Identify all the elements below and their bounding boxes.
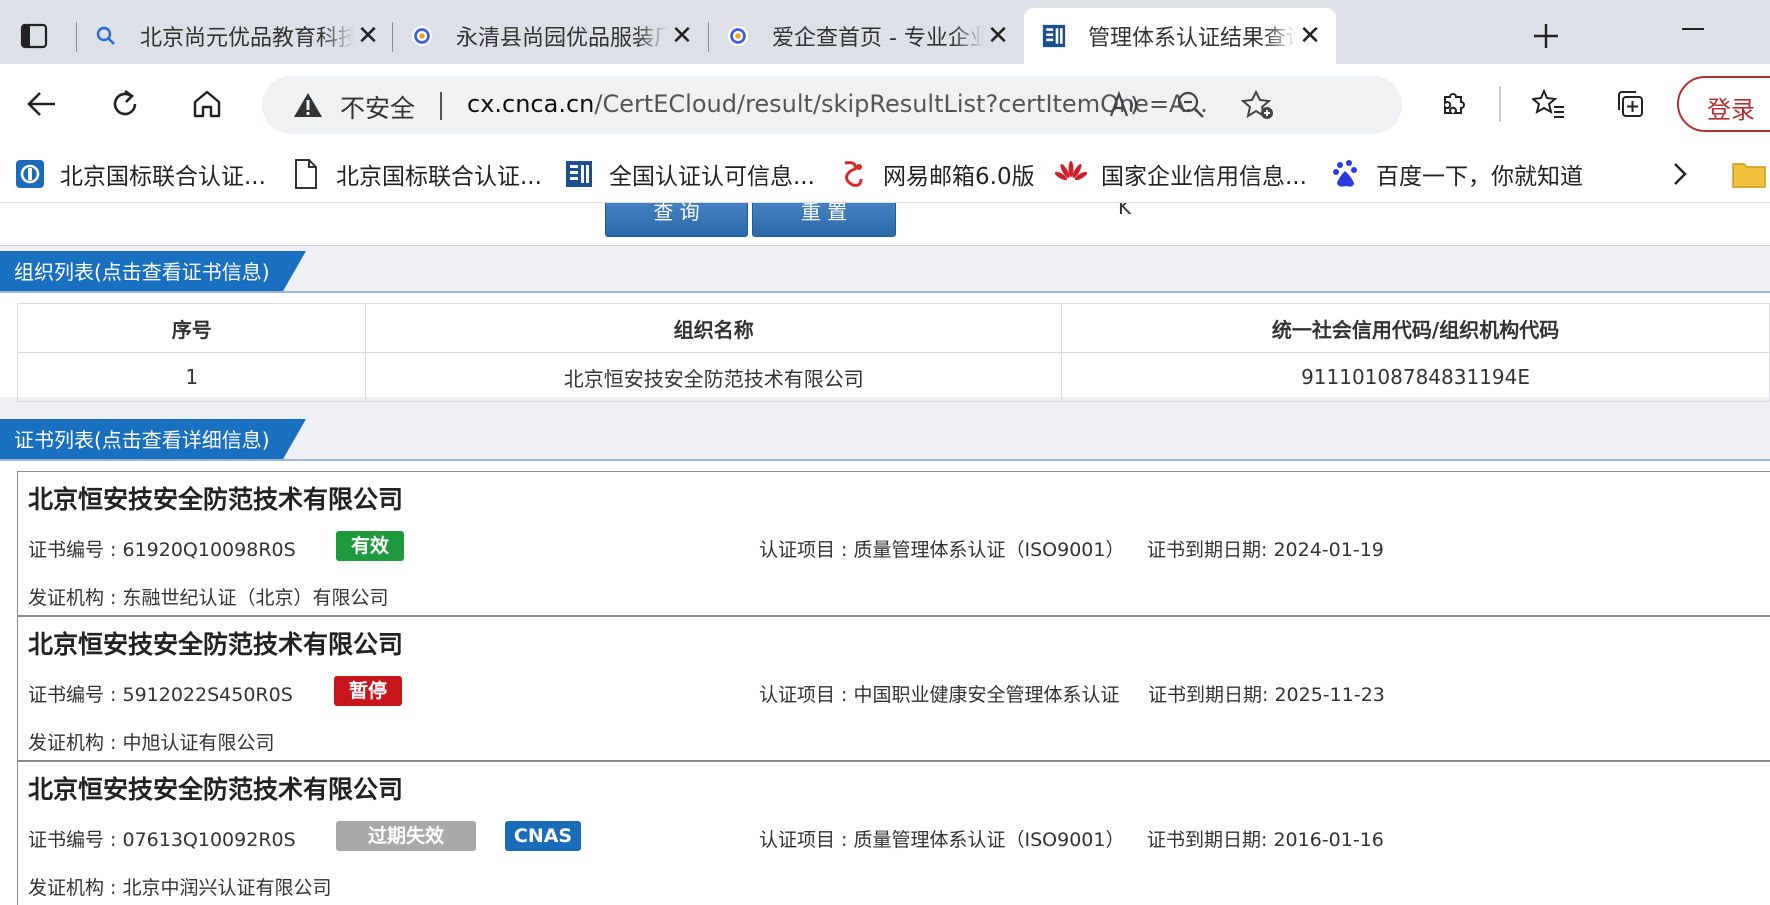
bjgb-icon bbox=[14, 158, 46, 190]
status-badge: 过期失效 bbox=[336, 821, 476, 851]
bookmark-label: 国家企业信用信息... bbox=[1101, 164, 1307, 190]
bookmark-4[interactable]: 网易邮箱6.0版 bbox=[837, 146, 1035, 202]
close-icon[interactable]: ✕ bbox=[984, 21, 1012, 51]
table-row[interactable]: 1 北京恒安技安全防范技术有限公司 91110108784831194E bbox=[16, 352, 1770, 402]
col-org-name: 组织名称 bbox=[365, 303, 1063, 353]
huawei-icon bbox=[1055, 158, 1087, 190]
cert-card[interactable]: 北京恒安技安全防范技术有限公司 证书编号 : 61920Q10098R0S 有效… bbox=[17, 471, 1770, 616]
page-content: 查 询 重 置 K 组织列表(点击查看证书信息) 序号 组织名称 统一社会信用代… bbox=[0, 203, 1770, 905]
org-table: 序号 组织名称 统一社会信用代码/组织机构代码 1 北京恒安技安全防范技术有限公… bbox=[16, 303, 1770, 402]
cert-no: 证书编号 : 61920Q10098R0S bbox=[28, 539, 296, 561]
tab-4-active[interactable]: 管理体系认证结果查询列表 ✕ bbox=[1024, 8, 1336, 64]
cert-org-name: 北京恒安技安全防范技术有限公司 bbox=[28, 775, 404, 804]
query-button[interactable]: 查 询 bbox=[605, 203, 748, 237]
close-icon[interactable]: ✕ bbox=[668, 21, 696, 51]
cert-item: 认证项目 : 质量管理体系认证（ISO9001） bbox=[759, 539, 1125, 561]
cnca-icon bbox=[1042, 24, 1066, 48]
col-index: 序号 bbox=[16, 303, 367, 353]
close-icon[interactable]: ✕ bbox=[1296, 21, 1324, 51]
org-panel: 序号 组织名称 统一社会信用代码/组织机构代码 1 北京恒安技安全防范技术有限公… bbox=[0, 293, 1770, 402]
cert-org-name: 北京恒安技安全防范技术有限公司 bbox=[28, 485, 404, 514]
cert-expiry: 证书到期日期: 2025-11-23 bbox=[1148, 684, 1385, 706]
cert-no: 证书编号 : 5912022S450R0S bbox=[28, 684, 293, 706]
bookmark-label: 北京国标联合认证... bbox=[60, 164, 266, 190]
cert-issuer: 发证机构 : 中旭认证有限公司 bbox=[28, 732, 275, 754]
tab-title: 永清县尚园优品服装厂 - 爱企查 bbox=[456, 26, 668, 51]
url-text[interactable]: cx.cnca.cn/CertECloud/result/skipResultL… bbox=[467, 90, 1208, 118]
login-button[interactable]: 登录 bbox=[1677, 76, 1770, 132]
address-bar[interactable]: 不安全 cx.cnca.cn/CertECloud/result/skipRes… bbox=[262, 76, 1402, 134]
aiqicha-icon bbox=[410, 24, 434, 48]
back-icon[interactable] bbox=[20, 82, 64, 126]
reset-button[interactable]: 重 置 bbox=[752, 203, 896, 237]
security-label[interactable]: 不安全 bbox=[340, 89, 415, 125]
close-icon[interactable]: ✕ bbox=[354, 21, 382, 51]
tab-1[interactable]: 北京尚元优品教育科技有限公司 ✕ bbox=[76, 8, 394, 64]
tab-actions-icon[interactable] bbox=[12, 14, 56, 58]
cert-expiry: 证书到期日期: 2024-01-19 bbox=[1147, 539, 1384, 561]
clipped-glyph: K bbox=[1118, 203, 1132, 219]
cert-no: 证书编号 : 07613Q10092R0S bbox=[28, 829, 296, 851]
favorites-icon[interactable] bbox=[1527, 82, 1571, 126]
search-icon bbox=[94, 24, 118, 48]
bookmark-label: 网易邮箱6.0版 bbox=[883, 164, 1035, 190]
zoom-out-icon[interactable] bbox=[1169, 83, 1213, 127]
status-badge: 有效 bbox=[336, 531, 404, 561]
aiqicha-icon bbox=[726, 24, 750, 48]
org-section-header: 组织列表(点击查看证书信息) bbox=[0, 251, 1770, 293]
tab-title: 北京尚元优品教育科技有限公司 bbox=[140, 26, 354, 51]
row-credit-code: 91110108784831194E bbox=[1061, 352, 1770, 402]
bookmark-label: 百度一下，你就知道 bbox=[1376, 164, 1583, 190]
cnas-badge: CNAS bbox=[505, 821, 581, 851]
netease-icon bbox=[837, 158, 869, 190]
row-index: 1 bbox=[16, 352, 367, 402]
tab-2[interactable]: 永清县尚园优品服装厂 - 爱企查 ✕ bbox=[392, 8, 708, 64]
cert-org-name: 北京恒安技安全防范技术有限公司 bbox=[28, 630, 404, 659]
bookmarks-more-icon[interactable] bbox=[1670, 146, 1690, 202]
bookmark-2[interactable]: 北京国标联合认证... bbox=[290, 146, 542, 202]
login-label: 登录 bbox=[1707, 96, 1755, 124]
cnca-icon bbox=[563, 158, 595, 190]
tab-title: 爱企查首页 - 专业企业查询平台 bbox=[772, 26, 984, 51]
org-section-title: 组织列表(点击查看证书信息) bbox=[0, 251, 306, 293]
bookmark-label: 北京国标联合认证... bbox=[336, 164, 542, 190]
tab-3[interactable]: 爱企查首页 - 专业企业查询平台 ✕ bbox=[708, 8, 1024, 64]
tab-title: 管理体系认证结果查询列表 bbox=[1088, 26, 1296, 51]
row-org-name[interactable]: 北京恒安技安全防范技术有限公司 bbox=[365, 352, 1063, 402]
bookmark-label: 全国认证认可信息... bbox=[609, 164, 815, 190]
new-tab-icon[interactable] bbox=[1524, 14, 1568, 58]
bookmark-6[interactable]: 百度一下，你就知道 bbox=[1330, 146, 1583, 202]
cert-item: 认证项目 : 中国职业健康安全管理体系认证 bbox=[759, 684, 1120, 706]
warning-icon[interactable] bbox=[292, 91, 324, 123]
cert-section-header: 证书列表(点击查看详细信息) bbox=[0, 419, 1770, 461]
bookmarks-bar: 北京国标联合认证... 北京国标联合认证... 全国认证认可信息... 网易邮箱… bbox=[0, 146, 1770, 203]
cert-expiry: 证书到期日期: 2016-01-16 bbox=[1147, 829, 1384, 851]
bookmark-5[interactable]: 国家企业信用信息... bbox=[1055, 146, 1307, 202]
bookmark-1[interactable]: 北京国标联合认证... bbox=[14, 146, 266, 202]
browser-toolbar: 不安全 cx.cnca.cn/CertECloud/result/skipRes… bbox=[0, 64, 1770, 146]
cert-item: 认证项目 : 质量管理体系认证（ISO9001） bbox=[759, 829, 1125, 851]
home-icon[interactable] bbox=[185, 82, 229, 126]
cert-issuer: 发证机构 : 东融世纪认证（北京）有限公司 bbox=[28, 587, 389, 609]
refresh-icon[interactable] bbox=[103, 82, 147, 126]
cert-panel: 北京恒安技安全防范技术有限公司 证书编号 : 61920Q10098R0S 有效… bbox=[0, 461, 1770, 905]
cert-section-title: 证书列表(点击查看详细信息) bbox=[0, 419, 306, 461]
minimize-icon[interactable] bbox=[1682, 28, 1704, 30]
cert-card[interactable]: 北京恒安技安全防范技术有限公司 证书编号 : 07613Q10092R0S 过期… bbox=[17, 761, 1770, 905]
folder-icon[interactable] bbox=[1732, 146, 1766, 202]
add-favorite-icon[interactable] bbox=[1236, 83, 1280, 127]
read-aloud-icon[interactable] bbox=[1102, 83, 1146, 127]
status-badge: 暂停 bbox=[334, 676, 402, 706]
tab-strip: 北京尚元优品教育科技有限公司 ✕ 永清县尚园优品服装厂 - 爱企查 ✕ 爱企查首… bbox=[0, 0, 1770, 64]
cert-issuer: 发证机构 : 北京中润兴认证有限公司 bbox=[28, 877, 332, 899]
cert-card[interactable]: 北京恒安技安全防范技术有限公司 证书编号 : 5912022S450R0S 暂停… bbox=[17, 616, 1770, 761]
baidu-icon bbox=[1330, 158, 1362, 190]
url-host: cx.cnca.cn bbox=[467, 90, 595, 118]
bookmark-3[interactable]: 全国认证认可信息... bbox=[563, 146, 815, 202]
col-credit-code: 统一社会信用代码/组织机构代码 bbox=[1061, 303, 1770, 353]
extensions-icon[interactable] bbox=[1432, 82, 1476, 126]
page-icon bbox=[290, 158, 322, 190]
collections-icon[interactable] bbox=[1608, 82, 1652, 126]
